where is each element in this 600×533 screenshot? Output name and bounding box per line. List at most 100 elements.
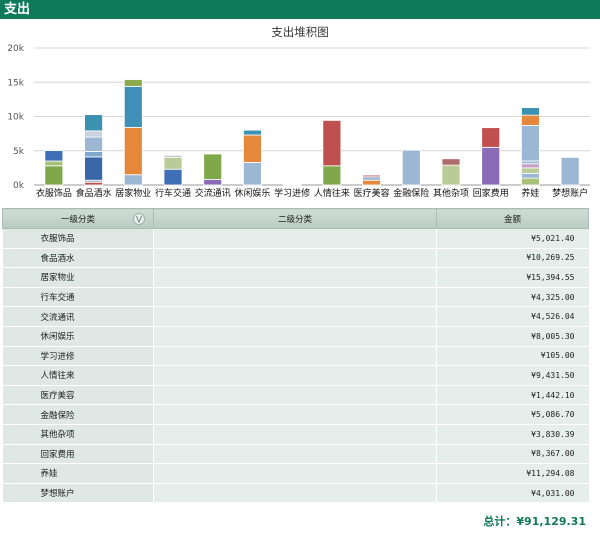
x-tick-label: 回家费用 [473, 187, 509, 199]
column-header-level2[interactable]: 二级分类 [153, 208, 437, 229]
amount-cell: ¥9,431.50 [436, 365, 589, 386]
bar-segment [560, 156, 580, 186]
amount-cell: ¥15,394.55 [436, 267, 589, 288]
table-row[interactable]: 其他杂项 ¥3,830.39 [2, 424, 589, 445]
amount-cell: ¥105.00 [436, 346, 589, 367]
category-cell: 休闲娱乐 [2, 326, 154, 347]
amount-cell: ¥3,830.39 [436, 424, 589, 445]
table-row[interactable]: 行车交通 ¥4,325.00 [2, 287, 589, 308]
category-cell: 医疗美容 [2, 385, 154, 406]
column-header-level1[interactable]: 一级分类 ⋁ [2, 208, 154, 229]
bar-segment [521, 114, 540, 126]
table-row[interactable]: 养娃 ¥11,294.08 [2, 463, 589, 484]
subcategory-cell [153, 404, 437, 425]
total-amount: 总计：¥91,129.31 [483, 515, 586, 528]
subcategory-cell [153, 483, 437, 504]
category-cell: 人情往来 [2, 365, 154, 386]
bar-segment [163, 168, 183, 186]
bar-segment [521, 125, 540, 162]
bar-segment [243, 129, 262, 136]
bar-segment [521, 107, 540, 116]
subcategory-cell [153, 463, 437, 484]
table-row[interactable]: 衣服饰品 ¥5,021.40 [2, 228, 589, 249]
subcategory-cell [153, 287, 437, 308]
subcategory-cell [153, 306, 437, 327]
bar-segment [481, 127, 501, 148]
table-row[interactable]: 人情往来 ¥9,431.50 [2, 365, 589, 386]
bar-segment [521, 172, 540, 179]
bar-segment [521, 167, 540, 174]
bar-segment [203, 179, 223, 186]
category-cell: 行车交通 [2, 287, 154, 308]
x-tick-label: 梦想账户 [552, 187, 588, 199]
table-row[interactable]: 居家物业 ¥15,394.55 [2, 267, 589, 288]
bar-segment [362, 176, 381, 181]
table-row[interactable]: 金融保险 ¥5,086.70 [2, 404, 589, 425]
bar-segment [441, 164, 461, 186]
bar-segment [123, 127, 143, 176]
column-header-amount-label: 金额 [503, 214, 521, 225]
bar-segment [44, 160, 64, 167]
amount-cell: ¥4,031.00 [436, 483, 589, 504]
bar-segment [123, 85, 143, 128]
column-header-level1-label: 一级分类 [60, 214, 95, 225]
subcategory-cell [153, 267, 437, 288]
subcategory-cell [153, 248, 437, 269]
category-cell: 交流通讯 [2, 306, 154, 327]
bar-segment [84, 130, 103, 138]
x-tick-label: 休闲娱乐 [234, 187, 270, 199]
category-cell: 其他杂项 [2, 424, 154, 445]
y-tick-label: 0k [13, 181, 25, 191]
x-tick-label: 行车交通 [155, 187, 191, 199]
bar-segment [163, 157, 183, 170]
category-cell: 金融保险 [2, 404, 154, 425]
table-row[interactable]: 医疗美容 ¥1,442.10 [2, 385, 589, 406]
subcategory-cell [153, 424, 437, 445]
amount-cell: ¥8,367.00 [436, 444, 589, 465]
table-row[interactable]: 交流通讯 ¥4,526.04 [2, 306, 589, 327]
column-header-amount[interactable]: 金额 [436, 208, 589, 229]
amount-cell: ¥8,005.30 [436, 326, 589, 347]
amount-cell: ¥11,294.08 [436, 463, 589, 484]
table-row[interactable]: 休闲娱乐 ¥8,005.30 [2, 326, 589, 347]
y-tick-label: 20k [7, 44, 24, 54]
bar-segment [44, 165, 64, 186]
table-row[interactable]: 梦想账户 ¥4,031.00 [2, 483, 589, 504]
subcategory-cell [153, 346, 437, 367]
table-row[interactable]: 学习进修 ¥105.00 [2, 346, 589, 367]
bar-segment [282, 183, 302, 186]
category-cell: 梦想账户 [2, 483, 154, 504]
x-tick-label: 其他杂项 [433, 187, 469, 199]
bar-segment [521, 163, 540, 169]
category-cell: 学习进修 [2, 346, 154, 367]
bar-segment [84, 181, 103, 186]
bar-segment [84, 114, 103, 132]
amount-cell: ¥4,325.00 [436, 287, 589, 308]
table-row[interactable]: 回家费用 ¥8,367.00 [2, 444, 589, 465]
bar-segment [322, 119, 342, 167]
subcategory-cell [153, 444, 437, 465]
x-tick-label: 医疗美容 [354, 187, 390, 199]
subcategory-cell [153, 365, 437, 386]
category-cell: 居家物业 [2, 267, 154, 288]
stacked-bar-chart: 支出堆积图 0k 5k 10k 15k 20k 衣服饰品 食品酒水 居家物业 行车交通 交流通讯 休闲… [7, 25, 590, 199]
bar-segment [44, 150, 64, 162]
bar-segment [84, 151, 103, 158]
bar-segment [203, 153, 223, 180]
y-tick-label: 10k [7, 113, 24, 123]
chevron-down-icon[interactable]: ⋁ [133, 213, 145, 225]
bar-segment [84, 156, 103, 181]
category-cell: 食品酒水 [2, 248, 154, 269]
x-tick-label: 交流通讯 [195, 187, 231, 199]
x-tick-label: 养娃 [521, 187, 539, 199]
table-row[interactable]: 食品酒水 ¥10,269.25 [2, 248, 589, 269]
bar-segment [163, 154, 183, 158]
amount-cell: ¥1,442.10 [436, 385, 589, 406]
page-title: 支出 [4, 2, 31, 17]
bar-segment [521, 160, 540, 165]
category-cell: 养娃 [2, 463, 154, 484]
y-tick-label: 15k [7, 78, 24, 88]
category-cell: 衣服饰品 [2, 228, 154, 249]
x-tick-label: 食品酒水 [76, 187, 112, 199]
column-header-level2-label: 二级分类 [277, 214, 312, 225]
